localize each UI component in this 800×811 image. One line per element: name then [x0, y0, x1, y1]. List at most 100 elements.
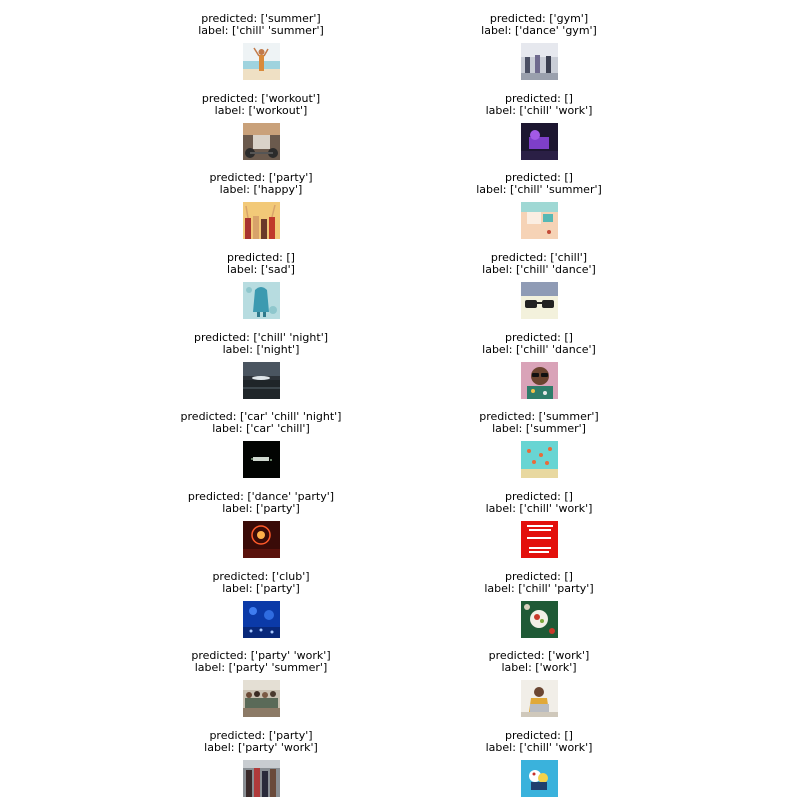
label-line: label: ['party' 'summer'] — [131, 662, 391, 674]
label-line: label: ['chill' 'dance'] — [409, 344, 669, 356]
grid-cell-3: predicted: ['workout'] label: ['workout'… — [131, 80, 391, 160]
grid-cell-14: predicted: [] label: ['chill' 'work'] — [409, 478, 669, 558]
label-line: label: ['party' 'work'] — [131, 742, 391, 754]
caption: predicted: ['club'] label: ['party'] — [131, 571, 391, 595]
label-prefix: label: — [501, 661, 536, 674]
thumbnail-image — [521, 760, 558, 797]
label-prefix: label: — [204, 741, 238, 754]
caption: predicted: [] label: ['chill' 'dance'] — [409, 332, 669, 356]
caption: predicted: [] label: ['chill' 'party'] — [409, 571, 669, 595]
label-value: ['dance' 'gym'] — [514, 24, 597, 37]
label-prefix: label: — [481, 24, 515, 37]
label-value: ['work'] — [535, 661, 577, 674]
caption: predicted: [] label: ['chill' 'summer'] — [409, 172, 669, 196]
label-prefix: label: — [222, 582, 257, 595]
caption: predicted: ['summer'] label: ['chill' 's… — [131, 13, 391, 37]
thumbnail-image — [243, 760, 280, 797]
label-value: ['chill' 'work'] — [519, 741, 593, 754]
grid-cell-7: predicted: [] label: ['sad'] — [131, 239, 391, 319]
caption: predicted: ['gym'] label: ['dance' 'gym'… — [409, 13, 669, 37]
label-prefix: label: — [482, 343, 516, 356]
label-prefix: label: — [485, 741, 520, 754]
label-value: ['party'] — [256, 582, 300, 595]
prediction-grid: predicted: ['summer'] label: ['chill' 's… — [0, 0, 800, 811]
label-line: label: ['workout'] — [131, 105, 391, 117]
grid-cell-20: predicted: [] label: ['chill' 'work'] — [409, 717, 669, 797]
label-prefix: label: — [222, 343, 257, 356]
label-value: ['chill' 'summer'] — [232, 24, 324, 37]
grid-cell-15: predicted: ['club'] label: ['party'] — [131, 558, 391, 638]
thumbnail-image — [521, 521, 558, 558]
thumbnail-image — [243, 123, 280, 160]
label-line: label: ['chill' 'summer'] — [131, 25, 391, 37]
grid-cell-1: predicted: ['summer'] label: ['chill' 's… — [131, 0, 391, 80]
caption: predicted: ['chill'] label: ['chill' 'da… — [409, 252, 669, 276]
caption: predicted: ['party' 'work'] label: ['par… — [131, 650, 391, 674]
label-prefix: label: — [227, 263, 261, 276]
label-line: label: ['chill' 'dance'] — [409, 264, 669, 276]
caption: predicted: ['workout'] label: ['workout'… — [131, 93, 391, 117]
thumbnail-image — [521, 441, 558, 478]
thumbnail-image — [243, 43, 280, 80]
grid-cell-8: predicted: ['chill'] label: ['chill' 'da… — [409, 239, 669, 319]
label-line: label: ['car' 'chill'] — [131, 423, 391, 435]
label-line: label: ['chill' 'work'] — [409, 742, 669, 754]
label-prefix: label: — [222, 502, 257, 515]
caption: predicted: ['dance' 'party'] label: ['pa… — [131, 491, 391, 515]
thumbnail-image — [521, 601, 558, 638]
thumbnail-image — [243, 282, 280, 319]
label-line: label: ['party'] — [131, 583, 391, 595]
caption: predicted: ['party'] label: ['happy'] — [131, 172, 391, 196]
label-value: ['sad'] — [260, 263, 295, 276]
label-value: ['summer'] — [525, 422, 586, 435]
label-line: label: ['work'] — [409, 662, 669, 674]
caption: predicted: ['work'] label: ['work'] — [409, 650, 669, 674]
thumbnail-image — [521, 680, 558, 717]
thumbnail-image — [521, 282, 558, 319]
grid-cell-9: predicted: ['chill' 'night'] label: ['ni… — [131, 319, 391, 399]
thumbnail-image — [243, 601, 280, 638]
caption: predicted: [] label: ['chill' 'work'] — [409, 491, 669, 515]
label-prefix: label: — [485, 502, 520, 515]
label-value: ['chill' 'dance'] — [515, 343, 596, 356]
thumbnail-image — [521, 43, 558, 80]
label-prefix: label: — [198, 24, 232, 37]
thumbnail-image — [243, 362, 280, 399]
grid-cell-4: predicted: [] label: ['chill' 'work'] — [409, 80, 669, 160]
caption: predicted: [] label: ['chill' 'work'] — [409, 93, 669, 117]
grid-cell-19: predicted: ['party'] label: ['party' 'wo… — [131, 717, 391, 797]
label-prefix: label: — [212, 422, 247, 435]
thumbnail-image — [243, 521, 280, 558]
label-value: ['night'] — [256, 343, 300, 356]
grid-cell-11: predicted: ['car' 'chill' 'night'] label… — [131, 398, 391, 478]
grid-cell-6: predicted: [] label: ['chill' 'summer'] — [409, 159, 669, 239]
thumbnail-image — [243, 441, 280, 478]
label-value: ['party' 'summer'] — [228, 661, 328, 674]
caption: predicted: [] label: ['chill' 'work'] — [409, 730, 669, 754]
grid-cell-5: predicted: ['party'] label: ['happy'] — [131, 159, 391, 239]
label-value: ['chill' 'work'] — [519, 104, 593, 117]
thumbnail-image — [521, 123, 558, 160]
label-prefix: label: — [194, 661, 229, 674]
label-prefix: label: — [214, 104, 249, 117]
caption: predicted: [] label: ['sad'] — [131, 252, 391, 276]
label-prefix: label: — [219, 183, 254, 196]
label-value: ['car' 'chill'] — [246, 422, 310, 435]
label-value: ['chill' 'party'] — [518, 582, 594, 595]
thumbnail-image — [521, 362, 558, 399]
grid-cell-16: predicted: [] label: ['chill' 'party'] — [409, 558, 669, 638]
label-prefix: label: — [484, 582, 519, 595]
thumbnail-image — [521, 202, 558, 239]
label-line: label: ['summer'] — [409, 423, 669, 435]
caption: predicted: ['summer'] label: ['summer'] — [409, 411, 669, 435]
caption: predicted: ['car' 'chill' 'night'] label… — [131, 411, 391, 435]
label-line: label: ['night'] — [131, 344, 391, 356]
label-prefix: label: — [492, 422, 526, 435]
thumbnail-image — [243, 680, 280, 717]
grid-cell-18: predicted: ['work'] label: ['work'] — [409, 637, 669, 717]
label-value: ['happy'] — [253, 183, 303, 196]
label-line: label: ['sad'] — [131, 264, 391, 276]
grid-cell-10: predicted: [] label: ['chill' 'dance'] — [409, 319, 669, 399]
label-value: ['party'] — [256, 502, 300, 515]
label-value: ['workout'] — [248, 104, 308, 117]
